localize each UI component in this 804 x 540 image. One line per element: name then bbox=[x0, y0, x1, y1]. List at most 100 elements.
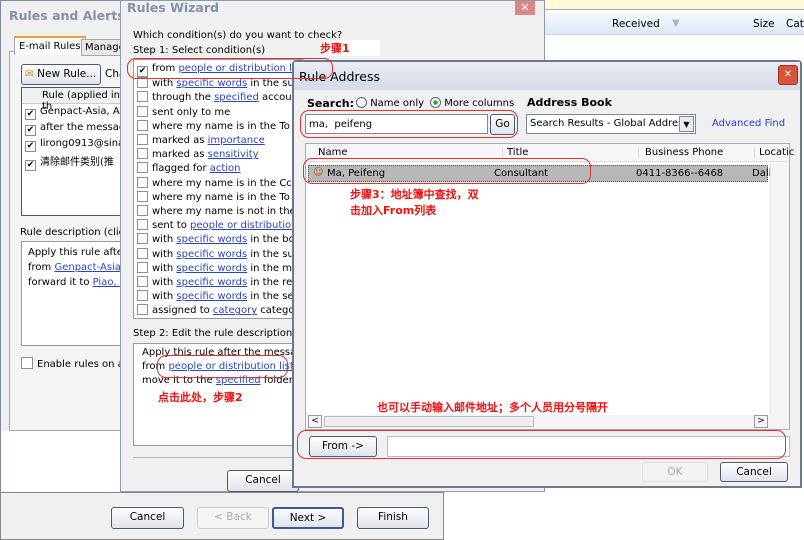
condition-checkbox[interactable] bbox=[137, 247, 148, 259]
advanced-find-link[interactable]: Advanced Find bbox=[712, 118, 785, 129]
condition-link[interactable]: sensitivity bbox=[208, 149, 259, 160]
wizard-button-bar: Cancel < Back Next > Finish bbox=[0, 492, 444, 540]
condition-checkbox[interactable] bbox=[137, 290, 148, 302]
rule-row[interactable]: ✔ lirong0913@sina. bbox=[25, 138, 127, 152]
condition-item[interactable]: assigned to category category bbox=[137, 304, 305, 316]
condition-item[interactable]: with specific words in the recip bbox=[137, 276, 307, 288]
condition-item[interactable]: with specific words in the send bbox=[137, 290, 306, 302]
condition-item[interactable]: with specific words in the subje bbox=[137, 247, 309, 260]
rule-row[interactable]: ✔ Genpact-Asia, All bbox=[25, 106, 125, 120]
new-rule-icon: ✉ bbox=[25, 68, 34, 80]
condition-checkbox[interactable] bbox=[137, 261, 148, 273]
manual-entry-annotation: 也可以手动输入邮件地址；多个人员用分号隔开 bbox=[377, 399, 628, 415]
condition-item[interactable]: marked as importance bbox=[137, 134, 265, 146]
rules-alerts-title: Rules and Alerts bbox=[9, 8, 125, 23]
condition-link[interactable]: category bbox=[213, 305, 257, 316]
ok-button: OK bbox=[642, 462, 708, 482]
chevron-down-icon: ▼ bbox=[679, 116, 694, 132]
column-size[interactable]: Size bbox=[753, 18, 775, 30]
condition-link[interactable]: specific words bbox=[176, 249, 247, 260]
condition-checkbox[interactable] bbox=[137, 105, 148, 117]
step2-annotation: 点击此处，步骤2 bbox=[158, 389, 243, 405]
enable-rules-checkbox[interactable]: Enable rules on all bbox=[21, 357, 129, 370]
condition-checkbox[interactable] bbox=[137, 91, 148, 103]
condition-link[interactable]: specified bbox=[214, 92, 259, 103]
step1-highlight bbox=[127, 58, 333, 79]
condition-item[interactable]: sent to people or distribution lis bbox=[137, 219, 311, 231]
condition-item[interactable]: marked as sensitivity bbox=[137, 148, 259, 160]
scroll-thumb[interactable] bbox=[324, 416, 534, 427]
step3-annotation: 步骤3：地址簿中查找，双 bbox=[350, 186, 479, 202]
cancel-button[interactable]: Cancel bbox=[111, 507, 184, 529]
condition-checkbox[interactable] bbox=[137, 190, 148, 202]
step3-annotation-line2: 击加入From列表 bbox=[350, 202, 437, 218]
sort-icon: ▼ bbox=[672, 18, 680, 29]
wizard-question: Which condition(s) do you want to check? bbox=[133, 30, 343, 41]
row-highlight bbox=[303, 158, 591, 184]
condition-item[interactable]: with specific words in the mess bbox=[137, 261, 309, 274]
step1-label: Step 1: Select condition(s) bbox=[133, 45, 266, 56]
radio-name-only[interactable]: Name only bbox=[356, 97, 424, 109]
scroll-right-icon[interactable]: > bbox=[754, 415, 768, 428]
outlook-main: Received ▼ Size Cate bbox=[540, 0, 804, 60]
condition-link[interactable]: specific words bbox=[176, 234, 247, 245]
column-name[interactable]: Name bbox=[318, 147, 348, 158]
condition-checkbox[interactable] bbox=[137, 304, 148, 316]
condition-link[interactable]: action bbox=[210, 163, 241, 174]
address-book-select[interactable]: Search Results - Global Address ▼ bbox=[526, 114, 696, 134]
rule-description-box: Apply this rule after from Genpact-Asia,… bbox=[21, 241, 131, 346]
rule-row[interactable]: ✔ 清除邮件类别(推 bbox=[25, 153, 114, 171]
condition-checkbox[interactable] bbox=[137, 233, 148, 245]
finish-button[interactable]: Finish bbox=[357, 507, 429, 529]
condition-checkbox[interactable] bbox=[137, 205, 148, 216]
condition-checkbox[interactable] bbox=[137, 119, 148, 131]
column-received[interactable]: Received bbox=[612, 18, 660, 30]
address-book-label: Address Book bbox=[527, 96, 612, 109]
search-label: Search: bbox=[307, 97, 354, 110]
address-cancel-button[interactable]: Cancel bbox=[720, 462, 788, 482]
radio-more-columns[interactable]: More columns bbox=[430, 97, 514, 109]
step2-label: Step 2: Edit the rule description (cli bbox=[133, 328, 311, 339]
search-highlight bbox=[300, 110, 518, 138]
back-button: < Back bbox=[197, 507, 269, 529]
condition-checkbox[interactable] bbox=[137, 219, 148, 231]
step2-highlight bbox=[157, 355, 288, 378]
column-location[interactable]: Locatic bbox=[754, 147, 794, 158]
condition-checkbox[interactable] bbox=[137, 148, 148, 160]
condition-checkbox[interactable] bbox=[137, 276, 148, 287]
condition-link[interactable]: specific words bbox=[176, 78, 247, 89]
vertical-scrollbar[interactable] bbox=[770, 163, 789, 415]
close-icon[interactable]: ✕ bbox=[778, 65, 798, 85]
condition-list[interactable]: ✔ from people or distribution list with sp… bbox=[133, 59, 311, 319]
column-title[interactable]: Title bbox=[502, 147, 528, 158]
column-categories[interactable]: Cate bbox=[786, 18, 804, 30]
wizard-close-icon[interactable]: ✕ bbox=[515, 1, 535, 15]
condition-link[interactable]: specific words bbox=[176, 277, 247, 288]
condition-item[interactable]: where my name is in the To or bbox=[137, 190, 303, 203]
condition-item[interactable]: where my name is in the To bo bbox=[137, 119, 306, 132]
condition-checkbox[interactable] bbox=[137, 176, 148, 188]
condition-link[interactable]: specific words bbox=[176, 291, 247, 302]
condition-item[interactable]: sent only to me bbox=[137, 105, 230, 118]
column-phone[interactable]: Business Phone bbox=[638, 147, 723, 158]
from-highlight bbox=[297, 430, 786, 459]
condition-checkbox[interactable] bbox=[137, 134, 148, 145]
wizard-cancel-button[interactable]: Cancel bbox=[227, 470, 299, 492]
new-rule-button[interactable]: ✉ New Rule... bbox=[21, 64, 101, 85]
horizontal-scrollbar[interactable]: < > bbox=[306, 415, 789, 429]
condition-item[interactable]: with specific words in the body bbox=[137, 233, 307, 245]
condition-item[interactable]: where my name is not in the To bbox=[137, 205, 309, 217]
rule-list[interactable]: Rule (applied in th ✔ Genpact-Asia, All ✔… bbox=[21, 87, 132, 216]
tab-email-rules[interactable]: E-mail Rules bbox=[14, 36, 86, 55]
next-button[interactable]: Next > bbox=[272, 507, 344, 529]
rules-alerts-dialog: Rules and Alerts E-mail Rules Manage ✉ N… bbox=[0, 0, 139, 540]
scroll-left-icon[interactable]: < bbox=[308, 415, 322, 428]
condition-link[interactable]: importance bbox=[208, 135, 265, 146]
rule-row[interactable]: ✔ after the message bbox=[25, 122, 131, 136]
condition-item[interactable]: where my name is in the Cc bo bbox=[137, 176, 307, 189]
condition-checkbox[interactable] bbox=[137, 162, 148, 174]
condition-item[interactable]: flagged for action bbox=[137, 162, 241, 174]
condition-item[interactable]: through the specified account bbox=[137, 91, 302, 103]
step1-annotation: 步骤1 bbox=[320, 40, 380, 56]
condition-link[interactable]: specific words bbox=[176, 263, 247, 274]
